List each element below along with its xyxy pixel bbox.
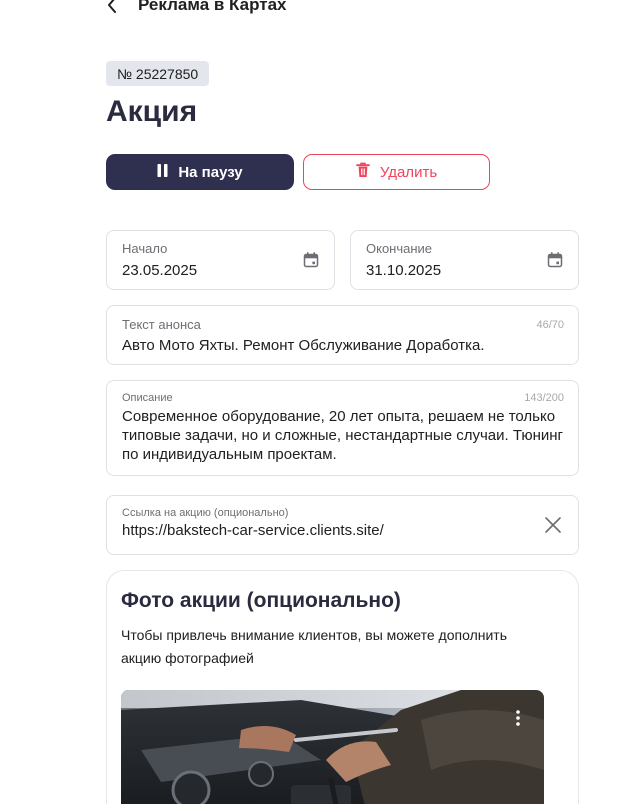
end-date-field[interactable]: Окончание 31.10.2025 <box>350 230 579 290</box>
promo-photo[interactable] <box>121 690 544 804</box>
calendar-icon[interactable] <box>547 252 563 268</box>
description-label: Описание <box>122 392 173 404</box>
announcement-label: Текст анонса <box>122 317 201 332</box>
announcement-field[interactable]: Текст анонса 46/70 Авто Мото Яхты. Ремон… <box>106 305 579 365</box>
pause-button[interactable]: На паузу <box>106 154 294 190</box>
description-counter: 143/200 <box>524 392 564 404</box>
close-icon[interactable] <box>544 516 562 534</box>
start-date-field[interactable]: Начало 23.05.2025 <box>106 230 335 290</box>
photo-title: Фото акции (опционально) <box>121 589 401 612</box>
photo-description: Чтобы привлечь внимание клиентов, вы мож… <box>121 627 507 666</box>
chevron-left-icon[interactable] <box>104 0 120 15</box>
mechanic-photo-illustration <box>121 690 544 804</box>
delete-button-label: Удалить <box>379 163 438 181</box>
announcement-value: Авто Мото Яхты. Ремонт Обслуживание Дора… <box>122 337 485 354</box>
link-value: https://bakstech-car-service.clients.sit… <box>122 522 384 539</box>
photo-card: Фото акции (опционально) Чтобы привлечь … <box>106 570 579 804</box>
end-date-value: 31.10.2025 <box>366 262 442 279</box>
promo-edit-page: Реклама в Картах № 25227850 Акция На пау… <box>0 0 630 804</box>
announcement-counter: 46/70 <box>536 319 564 331</box>
calendar-icon[interactable] <box>303 252 319 268</box>
pause-icon <box>157 163 168 181</box>
more-vertical-icon[interactable] <box>512 708 524 728</box>
description-field[interactable]: Описание 143/200 Современное оборудовани… <box>106 380 579 476</box>
start-date-value: 23.05.2025 <box>122 262 198 279</box>
topbar-title: Реклама в Картах <box>138 0 287 14</box>
promo-number-badge: № 25227850 <box>106 61 210 86</box>
end-date-label: Окончание <box>366 241 433 256</box>
description-value: Современное оборудование, 20 лет опыта, … <box>122 408 563 463</box>
delete-button[interactable]: Удалить <box>303 154 490 190</box>
link-field[interactable]: Ссылка на акцию (опционально) https://ba… <box>106 495 579 555</box>
start-date-label: Начало <box>122 241 168 256</box>
topbar: Реклама в Картах <box>104 0 286 18</box>
page-title: Акция <box>106 95 198 128</box>
link-label: Ссылка на акцию (опционально) <box>122 507 289 519</box>
pause-button-label: На паузу <box>178 163 243 181</box>
trash-icon <box>355 162 370 182</box>
